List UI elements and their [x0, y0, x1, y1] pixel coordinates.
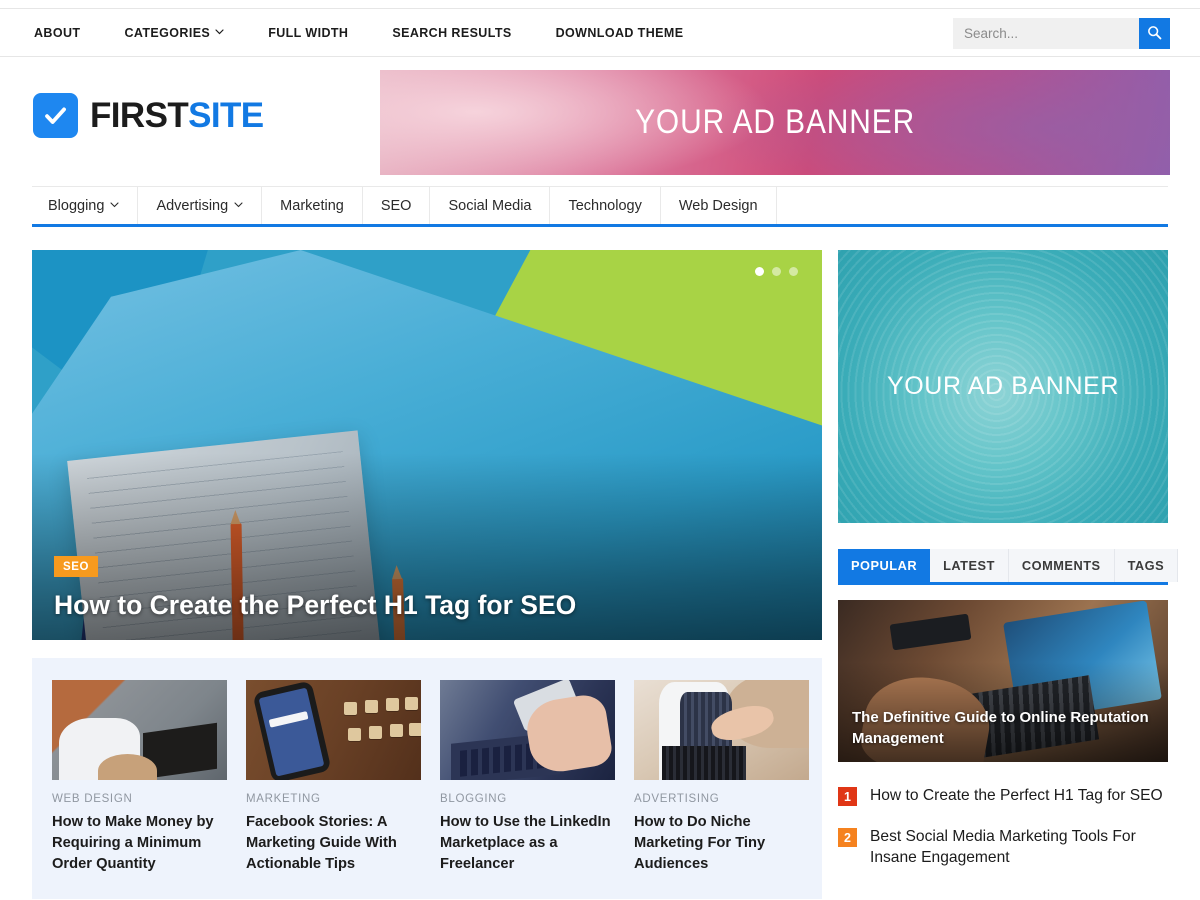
thumbnail-image-web-design — [52, 680, 227, 780]
nav-item-web-design[interactable]: Web Design — [661, 187, 777, 224]
sidebar-ad-banner-text: YOUR AD BANNER — [886, 372, 1120, 400]
topnav-item-full-width[interactable]: FULL WIDTH — [268, 26, 348, 40]
post-card[interactable]: WEB DESIGN How to Make Money by Requirin… — [52, 680, 227, 875]
topnav-item-categories[interactable]: CATEGORIES — [124, 26, 224, 40]
chevron-down-icon — [215, 28, 224, 35]
logo-wordmark: FIRSTSITE — [90, 98, 264, 133]
topnav-label: DOWNLOAD THEME — [555, 25, 684, 40]
post-category[interactable]: WEB DESIGN — [52, 793, 227, 805]
post-category[interactable]: BLOGGING — [440, 793, 615, 805]
popular-post-title[interactable]: How to Create the Perfect H1 Tag for SEO — [870, 785, 1163, 806]
sidebar: YOUR AD BANNER POPULAR LATEST COMMENTS T… — [838, 250, 1179, 879]
search-form — [953, 18, 1170, 49]
nav-item-social-media[interactable]: Social Media — [430, 187, 551, 224]
nav-item-seo[interactable]: SEO — [363, 187, 431, 224]
sidebar-featured-title: The Definitive Guide to Online Reputatio… — [852, 709, 1149, 747]
nav-item-marketing[interactable]: Marketing — [262, 187, 363, 224]
chevron-down-icon — [234, 201, 243, 208]
nav-item-label: SEO — [380, 197, 412, 214]
hero-slider-dots — [755, 267, 798, 276]
topnav-item-download-theme[interactable]: DOWNLOAD THEME — [556, 26, 684, 40]
post-thumbnail — [246, 680, 421, 780]
site-logo[interactable]: FIRSTSITE — [33, 93, 264, 138]
popular-posts-list: 1 How to Create the Perfect H1 Tag for S… — [838, 775, 1168, 879]
nav-item-technology[interactable]: Technology — [550, 187, 661, 224]
search-submit-button[interactable] — [1139, 18, 1170, 49]
post-thumbnail — [440, 680, 615, 780]
nav-item-label: Web Design — [678, 197, 758, 214]
header-ad-banner[interactable]: YOUR AD BANNER — [380, 70, 1170, 175]
page-root: ABOUT CATEGORIES FULL WIDTH SEARCH RESUL… — [0, 0, 1200, 900]
post-title[interactable]: How to Use the LinkedIn Marketplace as a… — [440, 812, 615, 875]
thumbnail-image-marketing — [246, 680, 421, 780]
hero-featured-post[interactable]: SEO How to Create the Perfect H1 Tag for… — [32, 250, 822, 640]
secondary-posts-grid: WEB DESIGN How to Make Money by Requirin… — [32, 658, 822, 899]
nav-item-label: Marketing — [280, 197, 344, 214]
site-header: FIRSTSITE YOUR AD BANNER — [0, 58, 1200, 185]
post-title[interactable]: How to Do Niche Marketing For Tiny Audie… — [634, 812, 809, 875]
nav-item-blogging[interactable]: Blogging — [32, 187, 139, 224]
post-card[interactable]: MARKETING Facebook Stories: A Marketing … — [246, 680, 421, 875]
post-thumbnail — [634, 680, 809, 780]
post-card[interactable]: BLOGGING How to Use the LinkedIn Marketp… — [440, 680, 615, 875]
category-navigation: Blogging Advertising Marketing SEO Socia… — [32, 186, 1168, 227]
checkmark-icon — [33, 93, 78, 138]
search-icon — [1147, 25, 1162, 43]
sidebar-tabs: POPULAR LATEST COMMENTS TAGS — [838, 549, 1179, 585]
tab-comments[interactable]: COMMENTS — [1008, 549, 1115, 582]
topnav-item-search-results[interactable]: SEARCH RESULTS — [392, 26, 511, 40]
post-card[interactable]: ADVERTISING How to Do Niche Marketing Fo… — [634, 680, 809, 875]
popular-post-rank: 2 — [838, 828, 857, 848]
nav-item-label: Technology — [568, 197, 642, 214]
thumbnail-image-advertising — [634, 680, 809, 780]
post-category[interactable]: ADVERTISING — [634, 793, 809, 805]
top-navigation: ABOUT CATEGORIES FULL WIDTH SEARCH RESUL… — [34, 26, 683, 40]
nav-item-label: Social Media — [448, 197, 532, 214]
tab-tags[interactable]: TAGS — [1114, 549, 1179, 582]
sidebar-ad-banner[interactable]: YOUR AD BANNER — [838, 250, 1168, 523]
topnav-label: CATEGORIES — [124, 25, 211, 40]
popular-post-item[interactable]: 2 Best Social Media Marketing Tools For … — [838, 816, 1168, 878]
thumbnail-image-blogging — [440, 680, 615, 780]
topnav-label: SEARCH RESULTS — [392, 25, 512, 40]
chevron-down-icon — [110, 201, 119, 208]
topnav-item-about[interactable]: ABOUT — [34, 26, 80, 40]
nav-item-label: Advertising — [156, 197, 229, 214]
top-utility-bar: ABOUT CATEGORIES FULL WIDTH SEARCH RESUL… — [0, 8, 1200, 57]
hero-post-title[interactable]: How to Create the Perfect H1 Tag for SEO — [54, 590, 782, 622]
hero-category-badge[interactable]: SEO — [54, 556, 99, 578]
topnav-label: FULL WIDTH — [268, 25, 349, 40]
popular-post-item[interactable]: 1 How to Create the Perfect H1 Tag for S… — [838, 775, 1168, 816]
post-category[interactable]: MARKETING — [246, 793, 421, 805]
logo-text-second: SITE — [188, 96, 264, 135]
sidebar-featured-post[interactable]: The Definitive Guide to Online Reputatio… — [838, 600, 1168, 762]
topnav-label: ABOUT — [34, 25, 81, 40]
logo-text-first: FIRST — [90, 96, 189, 135]
hero-slider-dot-1[interactable] — [755, 267, 764, 276]
post-thumbnail — [52, 680, 227, 780]
hero-slider-dot-3[interactable] — [789, 267, 798, 276]
hero-slider-dot-2[interactable] — [772, 267, 781, 276]
tab-popular[interactable]: POPULAR — [838, 549, 931, 582]
post-title[interactable]: How to Make Money by Requiring a Minimum… — [52, 812, 227, 875]
nav-item-label: Blogging — [48, 197, 105, 214]
nav-item-advertising[interactable]: Advertising — [138, 187, 263, 224]
popular-post-rank: 1 — [838, 787, 857, 806]
post-title[interactable]: Facebook Stories: A Marketing Guide With… — [246, 812, 421, 875]
popular-post-title[interactable]: Best Social Media Marketing Tools For In… — [870, 826, 1168, 868]
main-column: SEO How to Create the Perfect H1 Tag for… — [32, 250, 822, 899]
hero-caption: SEO How to Create the Perfect H1 Tag for… — [54, 556, 782, 622]
header-ad-banner-text: YOUR AD BANNER — [634, 103, 916, 141]
tab-latest[interactable]: LATEST — [930, 549, 1009, 582]
search-input[interactable] — [953, 18, 1139, 49]
